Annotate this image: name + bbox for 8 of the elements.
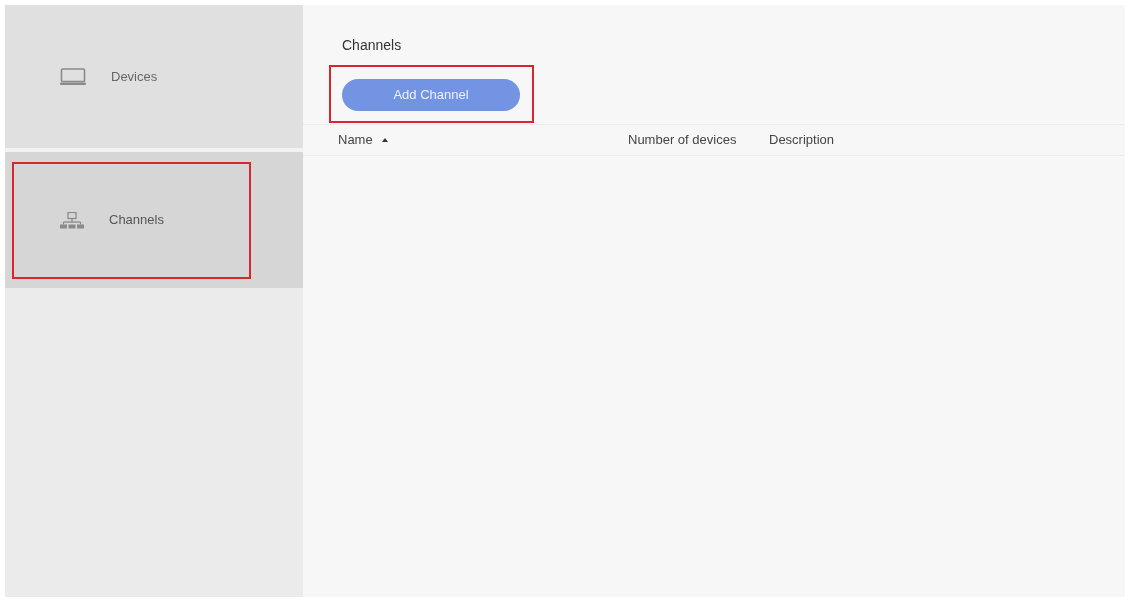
sidebar-item[interactable]: Devices bbox=[5, 5, 303, 148]
network-icon bbox=[60, 211, 84, 229]
page-title: Channels bbox=[342, 37, 402, 53]
column-header[interactable]: Description bbox=[769, 130, 835, 150]
sidebar-item[interactable]: Channels bbox=[5, 148, 303, 288]
column-header[interactable]: Name bbox=[338, 130, 373, 150]
laptop-icon bbox=[60, 68, 86, 85]
column-header[interactable]: Number of devices bbox=[628, 130, 737, 150]
